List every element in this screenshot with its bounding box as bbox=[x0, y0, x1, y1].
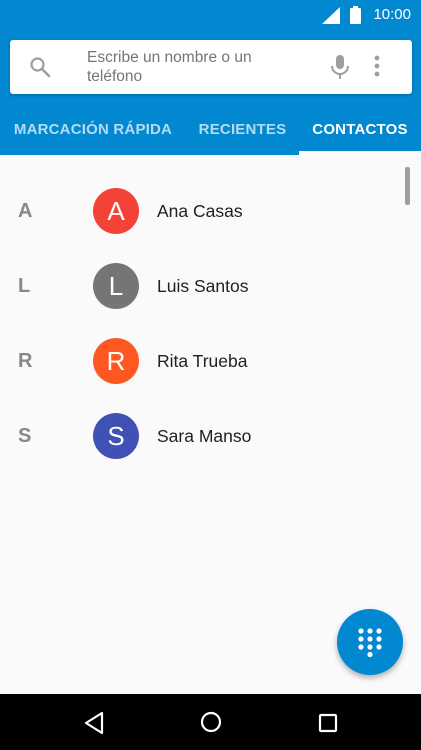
section-letter: L bbox=[18, 275, 31, 297]
status-bar: 10:00 bbox=[0, 0, 421, 30]
contact-name: Sara Manso bbox=[157, 426, 252, 446]
dialpad-icon bbox=[357, 627, 383, 662]
recents-icon[interactable] bbox=[318, 713, 338, 738]
avatar[interactable]: R bbox=[93, 338, 139, 384]
avatar[interactable]: S bbox=[93, 413, 139, 459]
home-icon[interactable] bbox=[199, 710, 223, 739]
battery-icon bbox=[350, 6, 361, 29]
search-input[interactable]: Escribe un nombre o un teléfono bbox=[87, 48, 307, 86]
back-icon[interactable] bbox=[83, 711, 105, 740]
signal-icon bbox=[322, 7, 340, 29]
contact-row-sara-manso[interactable]: S S Sara Manso bbox=[0, 399, 421, 474]
dialpad-button[interactable] bbox=[337, 609, 403, 675]
contact-row-luis-santos[interactable]: L L Luis Santos bbox=[0, 249, 421, 324]
status-time: 10:00 bbox=[373, 6, 411, 23]
navigation-bar bbox=[0, 694, 421, 750]
app-header: 10:00 Escribe un nombre o un teléfono MA… bbox=[0, 0, 421, 155]
search-box[interactable]: Escribe un nombre o un teléfono bbox=[10, 40, 412, 94]
tab-bar: MARCACIÓN RÁPIDA RECIENTES CONTACTOS bbox=[0, 108, 421, 155]
more-icon[interactable] bbox=[374, 55, 380, 82]
contact-row-ana-casas[interactable]: A A Ana Casas bbox=[0, 174, 421, 249]
contact-name: Luis Santos bbox=[157, 276, 249, 296]
contact-name: Rita Trueba bbox=[157, 351, 248, 371]
tab-contacts[interactable]: CONTACTOS bbox=[299, 108, 421, 155]
scrollbar[interactable] bbox=[405, 167, 410, 205]
search-icon[interactable] bbox=[28, 55, 52, 84]
section-letter: S bbox=[18, 425, 32, 447]
section-letter: A bbox=[18, 200, 33, 222]
tab-recents[interactable]: RECIENTES bbox=[186, 108, 299, 155]
tab-speed-dial[interactable]: MARCACIÓN RÁPIDA bbox=[0, 108, 186, 155]
avatar[interactable]: L bbox=[93, 263, 139, 309]
section-letter: R bbox=[18, 350, 33, 372]
contact-row-rita-trueba[interactable]: R R Rita Trueba bbox=[0, 324, 421, 399]
mic-icon[interactable] bbox=[330, 54, 350, 85]
contact-name: Ana Casas bbox=[157, 201, 243, 221]
avatar[interactable]: A bbox=[93, 188, 139, 234]
